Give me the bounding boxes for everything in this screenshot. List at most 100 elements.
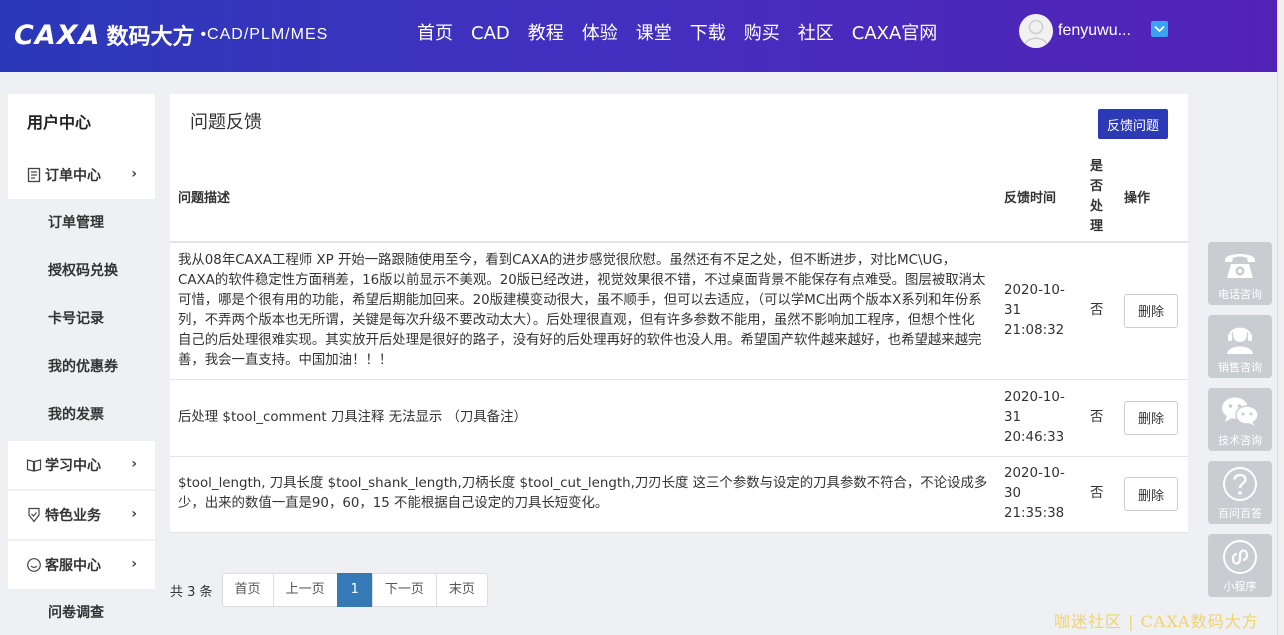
delete-button[interactable]: 删除	[1124, 293, 1178, 328]
feedback-clock: 21:08:32	[1004, 322, 1065, 338]
sidebar-item-survey[interactable]: 问卷调查	[8, 589, 155, 635]
user-menu[interactable]: fenyuwu...	[1019, 14, 1168, 48]
column-header-handled: 是否处理	[1082, 152, 1116, 243]
column-header-op: 操作	[1116, 152, 1188, 243]
column-header-handled-text: 是否处理	[1090, 158, 1104, 234]
sidebar-group-orders[interactable]: 订单中心 ›	[8, 151, 155, 199]
sidebar-item-coupons[interactable]: 我的优惠券	[8, 343, 155, 391]
headset-icon	[1223, 315, 1257, 361]
question-icon	[1222, 461, 1258, 507]
sidebar-group-label: 学习中心	[45, 458, 101, 474]
sidebar-title: 用户中心	[8, 94, 155, 151]
avatar-user-icon	[1019, 14, 1053, 48]
logo-sub-text: •CAD/PLM/MES	[200, 26, 329, 43]
chevron-right-icon: ›	[131, 556, 137, 572]
mini-program-icon	[1222, 534, 1258, 580]
logo-en-text: CAXA	[14, 19, 101, 51]
nav-download[interactable]: 下载	[681, 18, 735, 50]
sidebar-group-label: 客服中心	[45, 558, 101, 574]
chevron-right-icon: ›	[131, 166, 137, 182]
floating-toolbar: 电话咨询 销售咨询 技术咨询 百问百答 小程序	[1208, 242, 1272, 607]
logo-cn-text: 数码大方	[106, 25, 195, 50]
feedback-time: 2020-10-31 20:46:33	[996, 379, 1082, 457]
tool-phone-consult[interactable]: 电话咨询	[1208, 242, 1272, 305]
nav-trial[interactable]: 体验	[573, 18, 627, 50]
feedback-time: 2020-10-31 21:08:32	[996, 242, 1082, 380]
sidebar-item-auth-code[interactable]: 授权码兑换	[8, 247, 155, 295]
feedback-date: 2020-10-31	[1004, 389, 1065, 425]
nav-official-site[interactable]: CAXA官网	[843, 18, 947, 50]
sidebar-item-card-record[interactable]: 卡号记录	[8, 295, 155, 343]
sidebar-item-order-manage[interactable]: 订单管理	[8, 199, 155, 247]
delete-button[interactable]: 删除	[1124, 400, 1178, 435]
caxa-logo[interactable]: CAXA 数码大方 •CAD/PLM/MES	[14, 18, 328, 52]
user-center-sidebar: 用户中心 订单中心 › 订单管理 授权码兑换 卡号记录 我的优惠券 我的发票 学…	[8, 94, 155, 635]
feedback-op: 删除	[1116, 456, 1188, 533]
tool-label: 技术咨询	[1218, 434, 1262, 447]
feedback-panel: 问题反馈 反馈问题 问题描述 反馈时间 是否处理 操作 我从08年CAXA工程师…	[170, 94, 1188, 533]
main-nav: 首页 CAD 教程 体验 课堂 下载 购买 社区 CAXA官网	[408, 18, 946, 50]
feedback-op: 删除	[1116, 242, 1188, 380]
user-name[interactable]: fenyuwu...	[1058, 22, 1131, 40]
nav-buy[interactable]: 购买	[735, 18, 789, 50]
column-header-desc: 问题描述	[170, 152, 996, 243]
page-prev-button[interactable]: 上一页	[272, 573, 338, 607]
book-icon	[26, 457, 42, 473]
feedback-op: 删除	[1116, 379, 1188, 457]
sidebar-item-invoices[interactable]: 我的发票	[8, 391, 155, 439]
user-dropdown-icon[interactable]	[1150, 21, 1168, 37]
order-list-icon	[26, 167, 42, 183]
feedback-handled: 否	[1082, 379, 1116, 457]
tool-label: 百问百答	[1218, 507, 1262, 520]
delete-button[interactable]: 删除	[1124, 477, 1178, 511]
top-header: CAXA 数码大方 •CAD/PLM/MES 首页 CAD 教程 体验 课堂 下…	[0, 0, 1277, 72]
tool-sales-consult[interactable]: 销售咨询	[1208, 315, 1272, 378]
feedback-clock: 21:35:38	[1004, 506, 1065, 521]
wechat-icon	[1220, 388, 1260, 434]
medal-icon	[26, 507, 42, 523]
table-row: 后处理 $tool_comment 刀具注释 无法显示 （刀具备注） 2020-…	[170, 379, 1188, 457]
nav-community[interactable]: 社区	[789, 18, 843, 50]
submit-feedback-button[interactable]: 反馈问题	[1098, 109, 1168, 139]
pagination: 共 3 条 首页 上一页 1 下一页 末页	[170, 573, 488, 607]
page-last-button[interactable]: 末页	[435, 573, 488, 607]
page-first-button[interactable]: 首页	[221, 573, 274, 607]
feedback-desc: 后处理 $tool_comment 刀具注释 无法显示 （刀具备注）	[170, 379, 996, 457]
tool-mini-program[interactable]: 小程序	[1208, 534, 1272, 597]
feedback-date: 2020-10-31	[1004, 282, 1065, 318]
tool-label: 销售咨询	[1218, 361, 1262, 374]
sidebar-group-special[interactable]: 特色业务 ›	[8, 491, 155, 539]
tool-label: 电话咨询	[1218, 288, 1262, 301]
page-current-button[interactable]: 1	[336, 573, 373, 607]
nav-cad[interactable]: CAD	[462, 18, 519, 50]
nav-tutorial[interactable]: 教程	[519, 18, 573, 50]
chevron-right-icon: ›	[131, 506, 137, 522]
nav-home[interactable]: 首页	[408, 18, 462, 50]
phone-icon	[1222, 242, 1258, 288]
feedback-desc: 我从08年CAXA工程师 XP 开始一路跟随使用至今，看到CAXA的进步感觉很欣…	[170, 242, 996, 380]
feedback-clock: 20:46:33	[1004, 429, 1065, 445]
service-icon	[26, 557, 42, 573]
watermark-text: 咖迷社区 | CAXA数码大方	[1054, 612, 1259, 631]
nav-classroom[interactable]: 课堂	[627, 18, 681, 50]
sidebar-group-label: 特色业务	[45, 508, 101, 524]
page-next-button[interactable]: 下一页	[371, 573, 437, 607]
feedback-handled: 否	[1082, 456, 1116, 533]
table-header-row: 问题描述 反馈时间 是否处理 操作	[170, 152, 1188, 243]
tool-faq[interactable]: 百问百答	[1208, 461, 1272, 524]
chevron-right-icon: ›	[131, 456, 137, 472]
feedback-desc: $tool_length, 刀具长度 $tool_shank_length,刀柄…	[170, 456, 996, 533]
feedback-date: 2020-10-30	[1004, 466, 1065, 501]
table-row: $tool_length, 刀具长度 $tool_shank_length,刀柄…	[170, 456, 1188, 533]
feedback-table: 问题描述 反馈时间 是否处理 操作 我从08年CAXA工程师 XP 开始一路跟随…	[170, 152, 1188, 533]
avatar[interactable]	[1019, 14, 1053, 48]
tool-label: 小程序	[1223, 580, 1257, 593]
table-row: 我从08年CAXA工程师 XP 开始一路跟随使用至今，看到CAXA的进步感觉很欣…	[170, 242, 1188, 380]
column-header-time: 反馈时间	[996, 152, 1082, 243]
pagination-total: 共 3 条	[170, 584, 213, 600]
sidebar-group-service[interactable]: 客服中心 ›	[8, 541, 155, 589]
sidebar-group-learning[interactable]: 学习中心 ›	[8, 441, 155, 489]
feedback-handled: 否	[1082, 242, 1116, 380]
tool-tech-consult[interactable]: 技术咨询	[1208, 388, 1272, 451]
page-scrollbar[interactable]	[1277, 0, 1284, 635]
